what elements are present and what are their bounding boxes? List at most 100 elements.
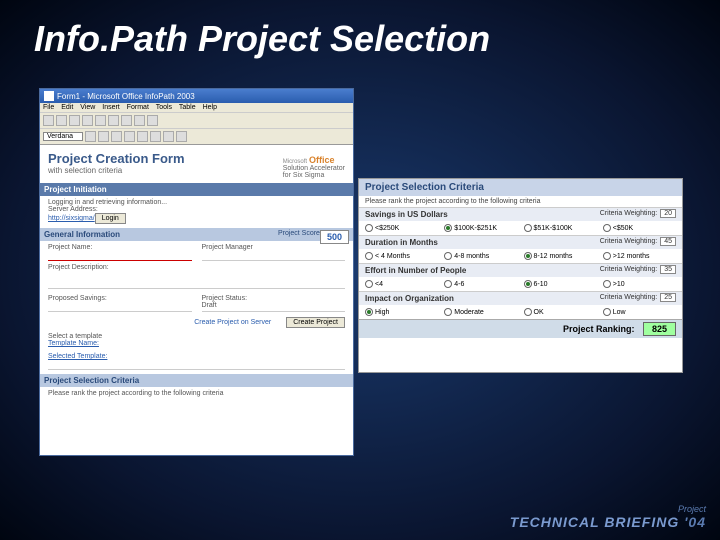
tb-open-icon[interactable] <box>56 115 67 126</box>
option-label: $51K-$100K <box>534 225 573 232</box>
font-selector[interactable]: Verdana <box>43 132 83 141</box>
tb-new-icon[interactable] <box>43 115 54 126</box>
tb-underline-icon[interactable] <box>111 131 122 142</box>
tb-redo-icon[interactable] <box>147 115 158 126</box>
criteria-option[interactable]: OK <box>524 308 597 316</box>
footer-briefing: TECHNICAL BRIEFING '04 <box>510 514 706 530</box>
option-label: High <box>375 309 389 316</box>
proj-desc-input[interactable] <box>48 271 345 289</box>
criteria-option[interactable]: 8-12 months <box>524 252 597 260</box>
tb-paste-icon[interactable] <box>121 115 132 126</box>
project-ranking-row: Project Ranking: 825 <box>359 319 682 338</box>
criteria-section-hdr: Effort in Number of PeopleCriteria Weigh… <box>359 263 682 277</box>
create-project-button[interactable]: Create Project <box>286 317 345 328</box>
init-status: Logging in and retrieving information... <box>48 199 345 206</box>
criteria-options-row: High Moderate OK Low <box>359 305 682 319</box>
radio-icon[interactable] <box>603 224 611 232</box>
tb-bullets-icon[interactable] <box>163 131 174 142</box>
criteria-section-hdr: Savings in US DollarsCriteria Weighting:… <box>359 207 682 221</box>
radio-icon[interactable] <box>524 224 532 232</box>
proj-mgr-input[interactable] <box>202 251 346 261</box>
criteria-option[interactable]: Moderate <box>444 308 517 316</box>
radio-icon[interactable] <box>524 252 532 260</box>
criteria-option[interactable]: $51K-$100K <box>524 224 597 232</box>
status-label: Project Status: <box>202 295 346 302</box>
criteria-option[interactable]: $100K-$251K <box>444 224 517 232</box>
tb-align-center-icon[interactable] <box>137 131 148 142</box>
footer-year: '04 <box>684 514 706 530</box>
tb-save-icon[interactable] <box>69 115 80 126</box>
slide-title: Info.Path Project Selection <box>0 0 720 60</box>
section-initiation: Project Initiation <box>40 183 353 196</box>
radio-icon[interactable] <box>603 280 611 288</box>
tb-cut-icon[interactable] <box>95 115 106 126</box>
section-general: General Information Project Score 500 <box>40 228 353 241</box>
criteria-option[interactable]: <$50K <box>603 224 676 232</box>
tb-bold-icon[interactable] <box>85 131 96 142</box>
radio-icon[interactable] <box>603 308 611 316</box>
radio-icon[interactable] <box>365 224 373 232</box>
menu-tools[interactable]: Tools <box>156 104 172 111</box>
radio-icon[interactable] <box>444 280 452 288</box>
office-logo: Microsoft Office Solution Accelerator fo… <box>283 155 345 179</box>
savings-input[interactable] <box>48 302 192 312</box>
criteria-option[interactable]: >12 months <box>603 252 676 260</box>
option-label: >10 <box>613 281 625 288</box>
criteria-section-hdr: Duration in MonthsCriteria Weighting:45 <box>359 235 682 249</box>
gen-hdr-label: General Information <box>44 230 120 239</box>
radio-icon[interactable] <box>365 308 373 316</box>
criteria-option[interactable]: 6-10 <box>524 280 597 288</box>
criteria-option[interactable]: < 4 Months <box>365 252 438 260</box>
tb-print-icon[interactable] <box>82 115 93 126</box>
status-input[interactable]: Draft <box>202 302 346 312</box>
criteria-option[interactable]: >10 <box>603 280 676 288</box>
window-title: Form1 - Microsoft Office InfoPath 2003 <box>57 92 195 101</box>
score-label: Project Score <box>278 230 320 237</box>
menu-file[interactable]: File <box>43 104 54 111</box>
template-name-link[interactable]: Template Name: <box>48 340 345 347</box>
menu-view[interactable]: View <box>80 104 95 111</box>
criteria-options-row: <$250K $100K-$251K $51K-$100K <$50K <box>359 221 682 235</box>
menu-insert[interactable]: Insert <box>102 104 120 111</box>
option-label: <$50K <box>613 225 633 232</box>
proj-name-input[interactable] <box>48 251 192 261</box>
proj-desc-label: Project Description: <box>48 264 345 271</box>
menu-format[interactable]: Format <box>127 104 149 111</box>
criteria-title: Project Selection Criteria <box>359 179 682 196</box>
infopath-window: Form1 - Microsoft Office InfoPath 2003 F… <box>39 88 354 456</box>
tb-italic-icon[interactable] <box>98 131 109 142</box>
create-server-link[interactable]: Create Project on Server <box>194 319 271 326</box>
tb-numbering-icon[interactable] <box>176 131 187 142</box>
radio-icon[interactable] <box>603 252 611 260</box>
radio-icon[interactable] <box>444 224 452 232</box>
login-button[interactable]: Login <box>95 213 126 224</box>
menu-help[interactable]: Help <box>203 104 217 111</box>
savings-label: Proposed Savings: <box>48 295 192 302</box>
radio-icon[interactable] <box>444 308 452 316</box>
criteria-option[interactable]: <4 <box>365 280 438 288</box>
criteria-option[interactable]: Low <box>603 308 676 316</box>
criteria-sub: Please rank the project according to the… <box>48 390 345 397</box>
tb-undo-icon[interactable] <box>134 115 145 126</box>
office-label: Office <box>309 155 335 165</box>
radio-icon[interactable] <box>365 252 373 260</box>
server-url[interactable]: http://sixsigma/ <box>48 215 95 222</box>
selected-template-link[interactable]: Selected Template: <box>48 353 345 360</box>
criteria-option[interactable]: 4-8 months <box>444 252 517 260</box>
radio-icon[interactable] <box>365 280 373 288</box>
tb-align-right-icon[interactable] <box>150 131 161 142</box>
radio-icon[interactable] <box>524 308 532 316</box>
option-label: <4 <box>375 281 383 288</box>
criteria-option[interactable]: High <box>365 308 438 316</box>
menu-edit[interactable]: Edit <box>61 104 73 111</box>
radio-icon[interactable] <box>444 252 452 260</box>
menu-table[interactable]: Table <box>179 104 196 111</box>
criteria-option[interactable]: 4-6 <box>444 280 517 288</box>
criteria-option[interactable]: <$250K <box>365 224 438 232</box>
tb-align-left-icon[interactable] <box>124 131 135 142</box>
selected-template-input[interactable] <box>48 360 345 370</box>
menubar[interactable]: File Edit View Insert Format Tools Table… <box>40 103 353 113</box>
tb-copy-icon[interactable] <box>108 115 119 126</box>
option-label: Moderate <box>454 309 484 316</box>
radio-icon[interactable] <box>524 280 532 288</box>
